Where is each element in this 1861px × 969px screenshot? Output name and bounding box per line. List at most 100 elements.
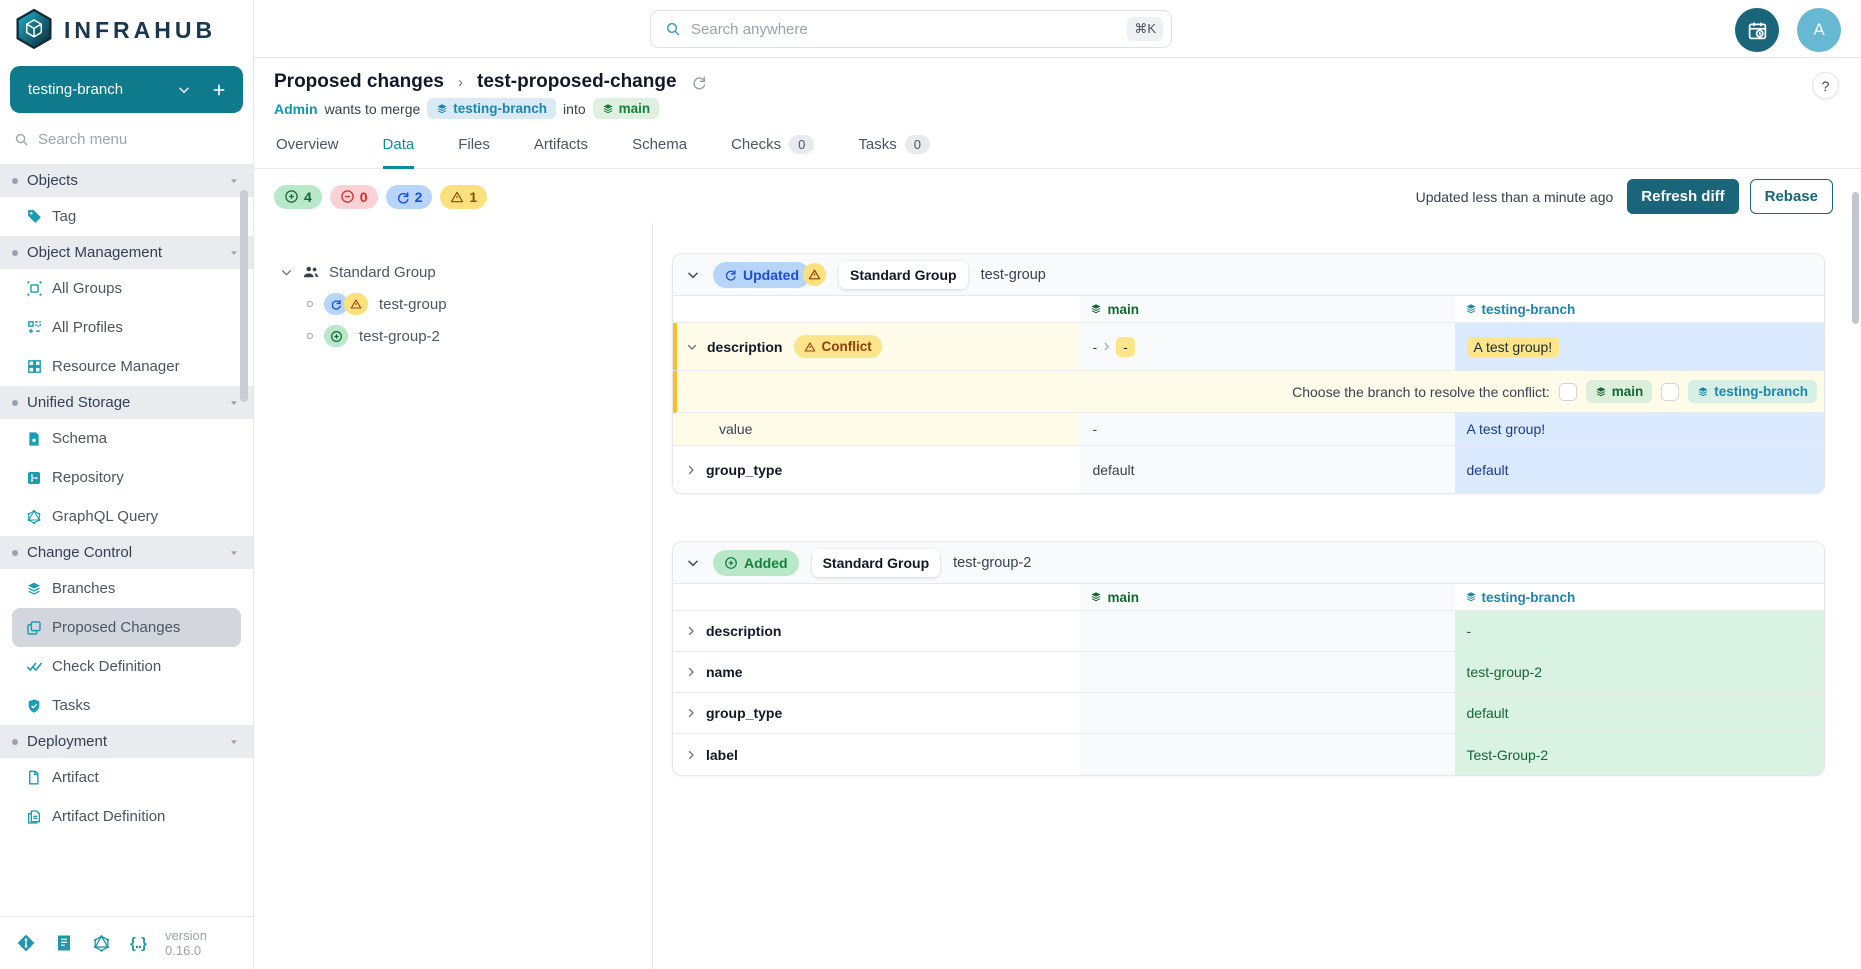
sidebar-item-tasks[interactable]: Tasks <box>0 686 253 725</box>
section-label: Unified Storage <box>27 394 130 411</box>
sidebar-item-repository[interactable]: Repository <box>0 458 253 497</box>
branch-stack-icon <box>1090 591 1102 603</box>
sidebar-item-all-profiles[interactable]: All Profiles <box>0 308 253 347</box>
sidebar-item-tag[interactable]: Tag <box>0 197 253 236</box>
sidebar-item-graphql-query[interactable]: GraphQL Query <box>0 497 253 536</box>
tab-data[interactable]: Data <box>383 135 415 169</box>
tab-checks[interactable]: Checks0 <box>731 135 814 169</box>
page-scrollbar[interactable] <box>1852 192 1859 324</box>
calendar-clock-icon <box>1747 20 1768 41</box>
updated-count: 2 <box>415 189 423 205</box>
tree-node-test-group[interactable]: test-group <box>307 293 636 315</box>
property-cell[interactable]: label <box>673 734 1080 775</box>
tab-files[interactable]: Files <box>458 135 490 169</box>
property-cell[interactable]: description Conflict <box>673 323 1080 370</box>
sidebar-scrollbar[interactable] <box>240 190 248 402</box>
git-version-icon[interactable] <box>16 933 36 953</box>
scheduler-button[interactable] <box>1735 8 1779 52</box>
property-cell[interactable]: group_type <box>673 693 1080 733</box>
logo[interactable]: INFRAHUB <box>0 0 253 56</box>
tab-tasks[interactable]: Tasks0 <box>858 135 930 169</box>
property-cell[interactable]: group_type <box>673 446 1080 493</box>
minus-circle-icon <box>340 189 355 204</box>
tab-overview[interactable]: Overview <box>276 135 339 169</box>
sidebar-item-artifact-definition[interactable]: Artifact Definition <box>0 797 253 836</box>
chevron-right-icon <box>685 625 697 637</box>
bullet-icon <box>12 250 18 256</box>
sidebar-footer: {..} version 0.16.0 <box>0 916 253 969</box>
sidebar-item-all-groups[interactable]: All Groups <box>0 269 253 308</box>
base-branch-header: main <box>1080 296 1454 322</box>
diff-row-group-type: group_type default <box>673 693 1824 734</box>
base-value-cell: default <box>1080 446 1454 493</box>
all-groups-icon <box>26 280 43 297</box>
removed-count-badge: 0 <box>330 185 378 209</box>
rebase-button[interactable]: Rebase <box>1750 179 1833 214</box>
tab-schema[interactable]: Schema <box>632 135 687 169</box>
property-cell[interactable]: name <box>673 652 1080 692</box>
menu-search-input[interactable] <box>38 131 198 148</box>
tab-artifacts[interactable]: Artifacts <box>534 135 588 169</box>
property-name: description <box>707 339 782 355</box>
diff-card-header[interactable]: Updated Standard Group test-group <box>673 254 1824 296</box>
property-cell[interactable]: description <box>673 611 1080 651</box>
resolve-main-checkbox[interactable] <box>1559 383 1577 401</box>
base-value-cell <box>1080 734 1454 775</box>
added-count: 4 <box>304 189 312 205</box>
chevron-right-icon <box>685 749 697 761</box>
sidebar-item-label: Artifact Definition <box>52 808 165 825</box>
sidebar-item-proposed-changes[interactable]: Proposed Changes <box>12 608 241 647</box>
section-objects[interactable]: Objects <box>0 164 253 197</box>
refresh-icon[interactable] <box>691 74 707 90</box>
section-unified-storage[interactable]: Unified Storage <box>0 386 253 419</box>
branch-stack-icon <box>436 103 448 115</box>
tab-label: Overview <box>276 136 339 153</box>
resolve-branch-checkbox[interactable] <box>1661 383 1679 401</box>
section-object-management[interactable]: Object Management <box>0 236 253 269</box>
global-search-input[interactable] <box>691 21 1117 38</box>
branch-selector[interactable]: testing-branch <box>10 66 243 113</box>
status-badge: Added <box>713 550 799 576</box>
branch-value: Test-Group-2 <box>1467 747 1549 763</box>
sidebar-item-check-definition[interactable]: Check Definition <box>0 647 253 686</box>
chevron-down-icon <box>686 268 700 282</box>
tree-node-test-group-2[interactable]: test-group-2 <box>307 325 636 347</box>
sidebar-menu: Objects Tag Object Management All Groups… <box>0 164 253 916</box>
docs-icon[interactable] <box>55 934 73 952</box>
tabs: Overview Data Files Artifacts Schema Che… <box>254 119 1861 169</box>
bullet-icon <box>12 178 18 184</box>
refresh-diff-button[interactable]: Refresh diff <box>1627 179 1738 214</box>
add-branch-button[interactable] <box>211 82 227 98</box>
sidebar-item-schema[interactable]: Schema <box>0 419 253 458</box>
chevron-down-icon <box>686 556 700 570</box>
global-search[interactable]: ⌘K <box>650 10 1172 48</box>
menu-search[interactable] <box>0 117 253 164</box>
chevron-right-icon <box>685 707 697 719</box>
plus-circle-icon <box>284 189 299 204</box>
sidebar-item-label: Resource Manager <box>52 358 180 375</box>
graphql-sandbox-icon[interactable] <box>92 934 111 953</box>
diff-card-header[interactable]: Added Standard Group test-group-2 <box>673 542 1824 584</box>
section-change-control[interactable]: Change Control <box>0 536 253 569</box>
section-deployment[interactable]: Deployment <box>0 725 253 758</box>
sidebar-item-resource-manager[interactable]: Resource Manager <box>0 347 253 386</box>
tab-label: Tasks <box>858 136 896 153</box>
diff-row-value: value - A test group! <box>673 413 1824 446</box>
tree-node-standard-group[interactable]: Standard Group <box>280 263 636 281</box>
sidebar-item-label: All Profiles <box>52 319 123 336</box>
swagger-icon[interactable]: {..} <box>130 935 146 952</box>
merge-preposition-text: into <box>563 101 586 117</box>
sidebar-item-artifact[interactable]: Artifact <box>0 758 253 797</box>
breadcrumb-parent[interactable]: Proposed changes <box>274 71 444 93</box>
tab-label: Artifacts <box>534 136 588 153</box>
sidebar-item-branches[interactable]: Branches <box>0 569 253 608</box>
diff-card-test-group-2: Added Standard Group test-group-2 main <box>672 541 1825 776</box>
status-badge-group: Updated <box>713 262 826 288</box>
conflict-count: 1 <box>469 189 477 205</box>
avatar[interactable]: A <box>1797 8 1841 52</box>
base-value-cell <box>1080 611 1454 651</box>
branch-stack-icon <box>602 103 614 115</box>
sidebar-item-label: All Groups <box>52 280 122 297</box>
help-button[interactable]: ? <box>1812 72 1839 99</box>
page-head: Proposed changes › test-proposed-change … <box>254 58 1861 119</box>
